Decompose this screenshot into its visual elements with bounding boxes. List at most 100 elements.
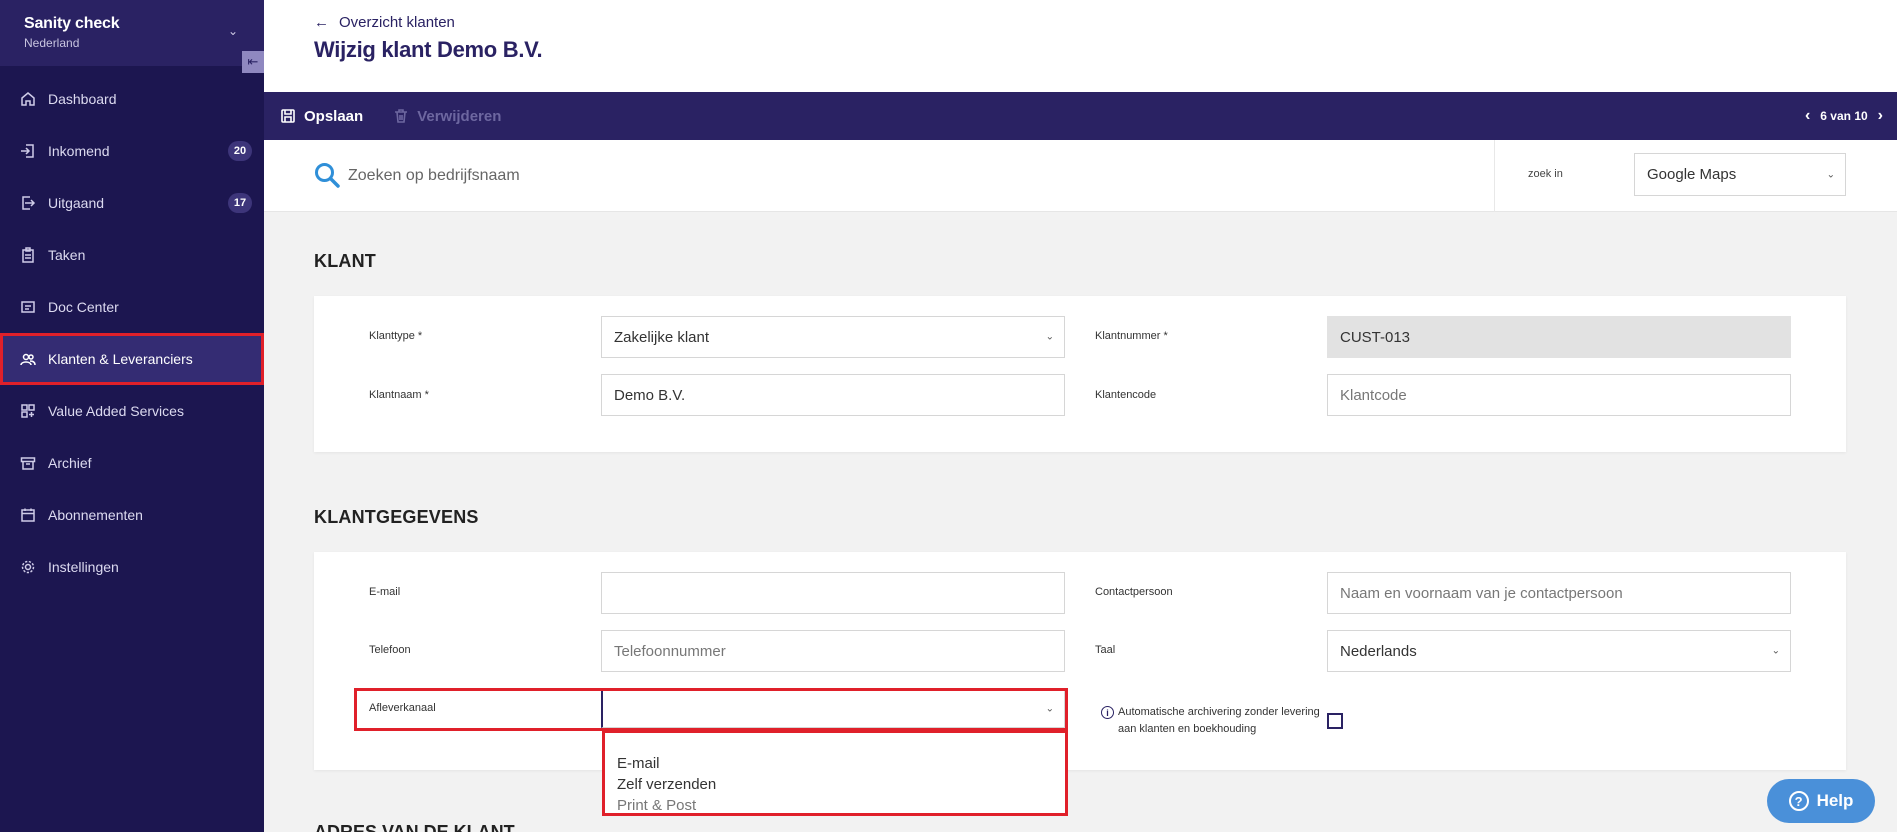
sidebar-item-uitgaand[interactable]: Uitgaand 17	[0, 177, 264, 229]
search-source-select[interactable]: Google Maps ⌄	[1634, 153, 1846, 196]
home-icon	[20, 91, 36, 107]
sidebar-item-abonnementen[interactable]: Abonnementen	[0, 489, 264, 541]
delete-button[interactable]: Verwijderen	[393, 108, 501, 125]
outbox-icon	[20, 195, 36, 211]
page-title: Wijzig klant Demo B.V.	[314, 37, 543, 62]
contactpersoon-placeholder: Naam en voornaam van je contactpersoon	[1340, 585, 1623, 602]
sidebar-item-instellingen[interactable]: Instellingen	[0, 541, 264, 593]
trash-icon	[395, 109, 408, 123]
collapse-sidebar-icon[interactable]: ⇤	[242, 51, 264, 73]
sidebar-item-klanten-leveranciers[interactable]: Klanten & Leveranciers	[0, 333, 264, 385]
klantcode-input[interactable]: Klantcode	[1327, 374, 1791, 416]
sidebar-item-dashboard[interactable]: Dashboard	[0, 73, 264, 125]
section-title-klantgegevens: KLANTGEGEVENS	[314, 507, 479, 527]
delete-button-label: Verwijderen	[417, 107, 502, 125]
klantnummer-field: CUST-013	[1327, 316, 1791, 358]
sidebar-item-label: Value Added Services	[48, 403, 184, 419]
klant-card: Klanttype * Zakelijke klant ⌄ Klantnumme…	[314, 296, 1846, 452]
dropdown-option-zelf-verzenden[interactable]: Zelf verzenden	[617, 774, 1053, 795]
sidebar-item-label: Dashboard	[48, 91, 117, 107]
contactpersoon-input[interactable]: Naam en voornaam van je contactpersoon	[1327, 572, 1791, 614]
taal-select[interactable]: Nederlands ⌄	[1327, 630, 1791, 672]
sidebar-item-label: Inkomend	[48, 143, 110, 159]
organization-switcher[interactable]: Sanity check Nederland ⌄	[0, 0, 264, 66]
back-link[interactable]: ← Overzicht klanten	[314, 14, 1847, 31]
sidebar-item-label: Abonnementen	[48, 507, 143, 523]
sidebar-item-value-added-services[interactable]: Value Added Services	[0, 385, 264, 437]
zoek-in-label: zoek in	[1528, 168, 1563, 180]
afleverkanaal-highlight	[354, 688, 1068, 731]
section-title-klant: KLANT	[314, 251, 376, 271]
record-pager: ‹ 6 van 10 ›	[1805, 92, 1883, 140]
klantgegevens-card: E-mail Contactpersoon Naam en voornaam v…	[314, 552, 1846, 770]
afleverkanaal-dropdown: E-mail Zelf verzenden Print & Post	[602, 730, 1068, 816]
page-header: ← Overzicht klanten Wijzig klant Demo B.…	[264, 0, 1897, 92]
doc-center-icon	[20, 299, 36, 315]
info-icon: i	[1101, 706, 1114, 719]
search-input[interactable]	[348, 158, 1248, 194]
count-badge: 17	[228, 193, 252, 213]
pager-label: 6 van 10	[1820, 109, 1868, 123]
action-toolbar: Opslaan Verwijderen ‹ 6 van 10 ›	[264, 92, 1897, 140]
help-button[interactable]: ? Help	[1767, 779, 1875, 823]
sidebar-nav: Dashboard Inkomend 20 Uitgaand 17 Taken …	[0, 73, 264, 593]
arrow-left-icon: ←	[314, 14, 329, 31]
sidebar-item-label: Doc Center	[48, 299, 119, 315]
dropdown-option-print-post[interactable]: Print & Post	[617, 795, 1053, 816]
taal-value: Nederlands	[1340, 643, 1417, 660]
archivering-checkbox[interactable]	[1327, 713, 1343, 729]
archive-icon	[20, 455, 36, 471]
sidebar-item-doc-center[interactable]: Doc Center	[0, 281, 264, 333]
chevron-down-icon: ⌄	[1771, 645, 1780, 657]
klanttype-select[interactable]: Zakelijke klant ⌄	[601, 316, 1065, 358]
sidebar-item-label: Archief	[48, 455, 92, 471]
chevron-right-icon[interactable]: ›	[1878, 107, 1883, 125]
klantnummer-label: Klantnummer *	[1095, 330, 1168, 342]
klanttype-label: Klanttype *	[369, 330, 423, 342]
telefoon-label: Telefoon	[369, 644, 411, 656]
sidebar-item-archief[interactable]: Archief	[0, 437, 264, 489]
chevron-down-icon[interactable]: ⌄	[228, 24, 238, 38]
divider	[1494, 140, 1495, 212]
grid-plus-icon	[20, 403, 36, 419]
count-badge: 20	[228, 141, 252, 161]
telefoon-input[interactable]: Telefoonnummer	[601, 630, 1065, 672]
chevron-left-icon[interactable]: ‹	[1805, 107, 1810, 125]
dropdown-option-email[interactable]: E-mail	[617, 753, 1053, 774]
save-button-label: Opslaan	[304, 107, 364, 125]
klantnummer-value: CUST-013	[1340, 329, 1411, 346]
save-icon	[281, 109, 295, 123]
sidebar-item-taken[interactable]: Taken	[0, 229, 264, 281]
klantnaam-value: Demo B.V.	[614, 387, 686, 404]
sidebar-item-label: Instellingen	[48, 559, 119, 575]
sidebar: Sanity check Nederland ⌄ ⇤ Dashboard Ink…	[0, 0, 264, 832]
main-content: ← Overzicht klanten Wijzig klant Demo B.…	[264, 0, 1897, 832]
users-icon	[20, 351, 36, 367]
taal-label: Taal	[1095, 644, 1116, 656]
contactpersoon-label: Contactpersoon	[1095, 586, 1173, 598]
klantnaam-label: Klantnaam *	[369, 389, 429, 401]
klantencode-label: Klantencode	[1095, 389, 1157, 401]
sidebar-item-label: Uitgaand	[48, 195, 105, 211]
search-source-value: Google Maps	[1647, 166, 1737, 183]
question-icon: ?	[1788, 791, 1809, 811]
sidebar-item-label: Taken	[48, 247, 86, 263]
inbox-in-icon	[20, 143, 36, 159]
calendar-icon	[20, 507, 36, 523]
save-button[interactable]: Opslaan	[280, 108, 363, 125]
email-input[interactable]	[601, 572, 1065, 614]
sidebar-item-inkomend[interactable]: Inkomend 20	[0, 125, 264, 177]
company-search-bar: zoek in Google Maps ⌄	[264, 140, 1897, 212]
chevron-down-icon: ⌄	[1826, 169, 1835, 180]
section-title-adres: ADRES VAN DE KLANT	[314, 822, 515, 832]
klanttype-value: Zakelijke klant	[614, 329, 710, 346]
org-country: Nederland	[24, 36, 80, 50]
email-label: E-mail	[369, 586, 401, 598]
back-link-label: Overzicht klanten	[339, 14, 455, 31]
gear-icon	[20, 559, 36, 575]
org-name: Sanity check	[24, 15, 120, 32]
klantcode-placeholder: Klantcode	[1340, 387, 1407, 404]
search-icon	[315, 163, 340, 188]
telefoon-placeholder: Telefoonnummer	[614, 643, 726, 660]
klantnaam-input[interactable]: Demo B.V.	[601, 374, 1065, 416]
